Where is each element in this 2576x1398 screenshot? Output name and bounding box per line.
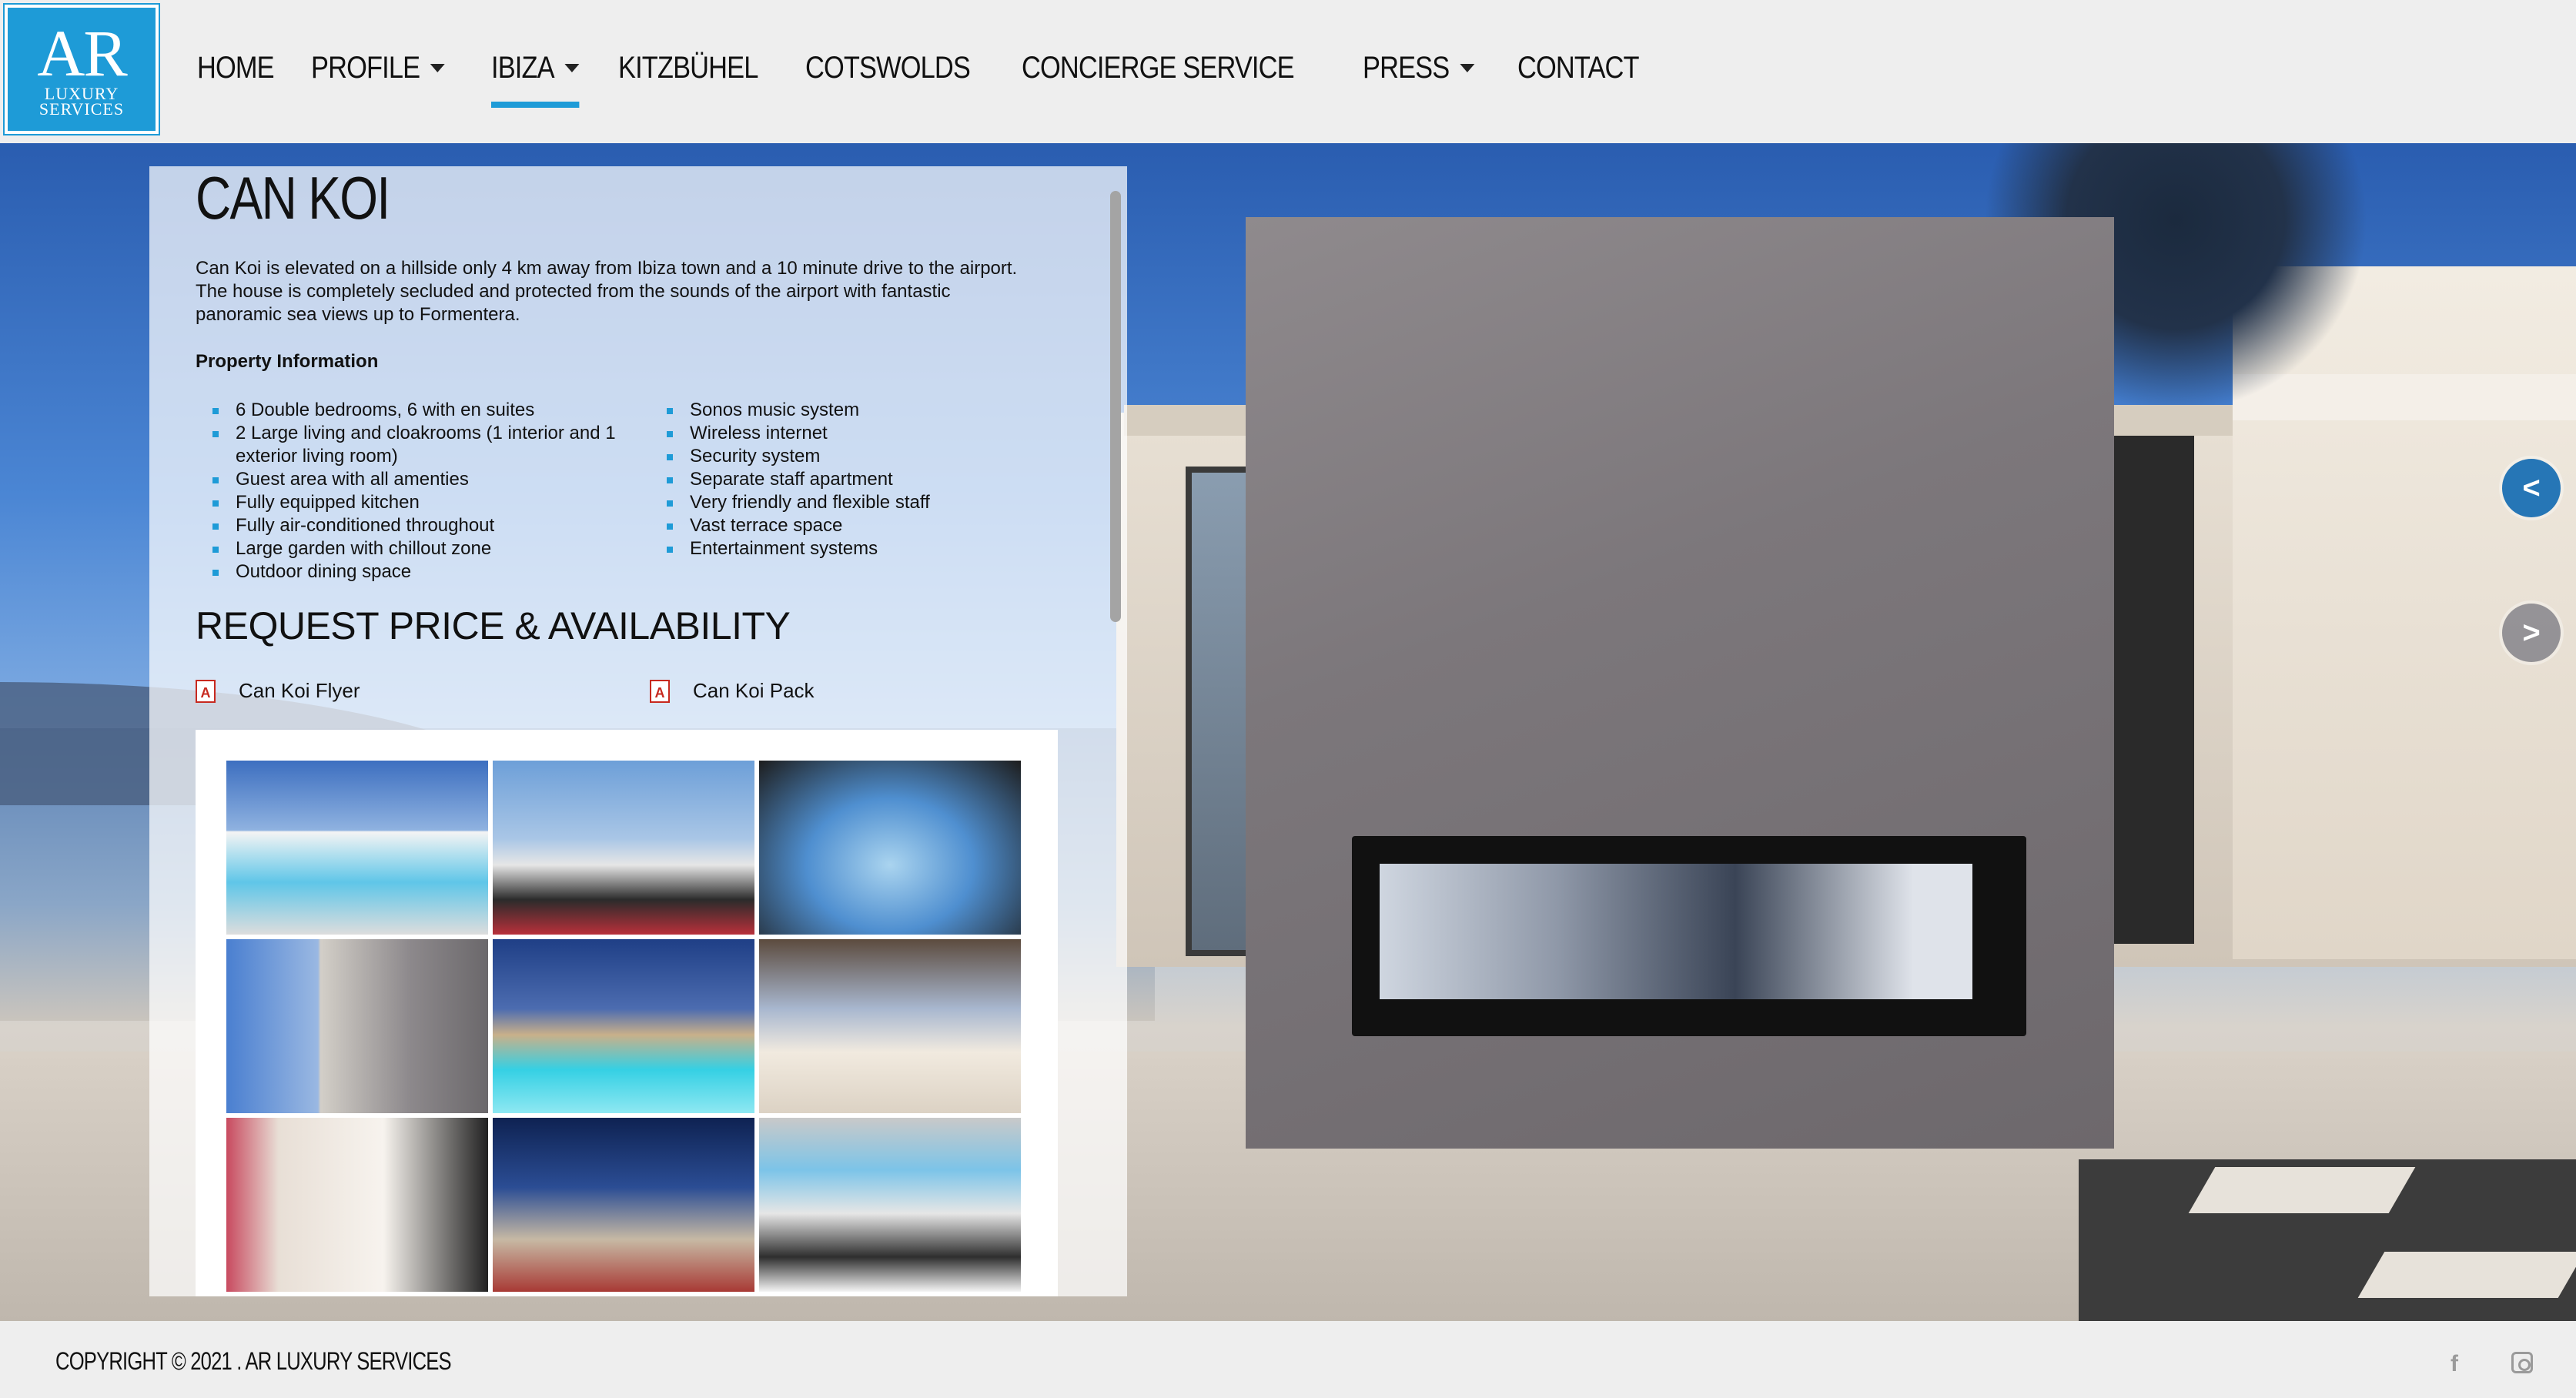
- nav-item-label: IBIZA: [491, 50, 555, 85]
- slider-next-button[interactable]: >: [2502, 604, 2561, 662]
- nav-item-profile[interactable]: PROFILE: [311, 43, 445, 92]
- page-title: CAN KOI: [196, 166, 390, 232]
- feature-item: Outdoor dining space: [212, 560, 667, 584]
- facebook-icon[interactable]: f: [2442, 1352, 2467, 1376]
- gallery-thumb-balcony-dusk[interactable]: [493, 1118, 754, 1292]
- flyer-download-link[interactable]: A Can Koi Flyer: [196, 679, 360, 703]
- feature-item: Fully air-conditioned throughout: [212, 514, 667, 537]
- feature-item: Separate staff apartment: [667, 468, 930, 491]
- features-left-column: 6 Double bedrooms, 6 with en suites 2 Lar…: [212, 399, 667, 584]
- feature-item: Vast terrace space: [667, 514, 930, 537]
- caret-down-icon: [564, 63, 580, 72]
- feature-item: Entertainment systems: [667, 537, 930, 560]
- gallery-thumb-sea-view-dining[interactable]: [493, 761, 754, 935]
- gallery-thumb-house-exterior[interactable]: [226, 939, 488, 1113]
- gallery-thumb-living-room[interactable]: [759, 939, 1021, 1113]
- nav-item-label: CONCIERGE SERVICE: [1022, 50, 1295, 85]
- features-right-column: Sonos music system Wireless internet Secur…: [667, 399, 930, 584]
- nav-item-label: KITZBÜHEL: [618, 50, 758, 85]
- nav-item-home[interactable]: HOME: [197, 43, 275, 92]
- property-info-heading: Property Information: [196, 351, 379, 372]
- feature-item: Fully equipped kitchen: [212, 491, 667, 514]
- main-nav: HOME PROFILE IBIZA KITZBÜHEL COTSWOLDS CONCIE…: [197, 43, 1683, 108]
- copyright-text: COPYRIGHT © 2021 . AR LUXURY SERVICES: [55, 1347, 452, 1375]
- nav-item-label: PRESS: [1363, 50, 1450, 85]
- caret-down-icon: [430, 63, 445, 72]
- nav-item-label: HOME: [197, 50, 275, 85]
- gallery-thumb-bathroom[interactable]: [226, 1118, 488, 1292]
- feature-item: Guest area with all amenties: [212, 468, 667, 491]
- flyer-label: Can Koi Flyer: [239, 679, 360, 702]
- chevron-left-icon: <: [2522, 470, 2541, 505]
- nav-item-press[interactable]: PRESS: [1363, 43, 1475, 92]
- nav-item-contact[interactable]: CONTACT: [1517, 43, 1640, 92]
- features-list: 6 Double bedrooms, 6 with en suites 2 Lar…: [212, 399, 1059, 584]
- pdf-icon: A: [196, 679, 216, 703]
- gallery-thumb-pool-night[interactable]: [493, 939, 754, 1113]
- panel-scrollbar-thumb[interactable]: [1110, 191, 1121, 622]
- nav-item-label: PROFILE: [311, 50, 420, 85]
- pdf-icon: A: [650, 679, 670, 703]
- gallery-thumb-pool-terrace[interactable]: [226, 761, 488, 935]
- nav-item-ibiza[interactable]: IBIZA: [491, 43, 580, 108]
- feature-item: 6 Double bedrooms, 6 with en suites: [212, 399, 667, 422]
- instagram-icon[interactable]: [2511, 1352, 2533, 1373]
- feature-item: Very friendly and flexible staff: [667, 491, 930, 514]
- logo-line-2: SERVICES: [38, 99, 125, 119]
- feature-item: Sonos music system: [667, 399, 930, 422]
- nav-item-concierge-service[interactable]: CONCIERGE SERVICE: [1022, 43, 1295, 92]
- nav-item-label: COTSWOLDS: [805, 50, 971, 85]
- chevron-right-icon: >: [2522, 615, 2541, 650]
- feature-item: Large garden with chillout zone: [212, 537, 667, 560]
- ar-luxury-logo[interactable]: AR LUXURY SERVICES: [3, 3, 160, 135]
- feature-item: Security system: [667, 445, 930, 468]
- property-description: Can Koi is elevated on a hillside only 4…: [196, 258, 1018, 325]
- site-footer: COPYRIGHT © 2021 . AR LUXURY SERVICES f: [0, 1321, 2576, 1398]
- nav-item-kitzb-hel[interactable]: KITZBÜHEL: [618, 43, 758, 92]
- request-price-heading[interactable]: REQUEST PRICE & AVAILABILITY: [196, 604, 791, 648]
- feature-item: 2 Large living and cloakrooms (1 interio…: [212, 422, 667, 468]
- logo-monogram: AR: [37, 16, 127, 90]
- gallery-thumb-bedroom[interactable]: [759, 1118, 1021, 1292]
- caret-down-icon: [1460, 63, 1475, 72]
- nav-item-label: CONTACT: [1517, 50, 1640, 85]
- slider-prev-button[interactable]: <: [2502, 459, 2561, 517]
- feature-item: Wireless internet: [667, 422, 930, 445]
- property-panel: CAN KOI Can Koi is elevated on a hillsid…: [149, 166, 1127, 1296]
- gallery-thumb-pergola-view[interactable]: [759, 761, 1021, 935]
- photo-gallery: [226, 761, 1021, 1292]
- pack-label: Can Koi Pack: [693, 679, 815, 702]
- nav-item-cotswolds[interactable]: COTSWOLDS: [805, 43, 971, 92]
- pack-download-link[interactable]: A Can Koi Pack: [650, 679, 815, 703]
- site-header: AR LUXURY SERVICES HOME PROFILE IBIZA KITZB…: [0, 0, 2576, 143]
